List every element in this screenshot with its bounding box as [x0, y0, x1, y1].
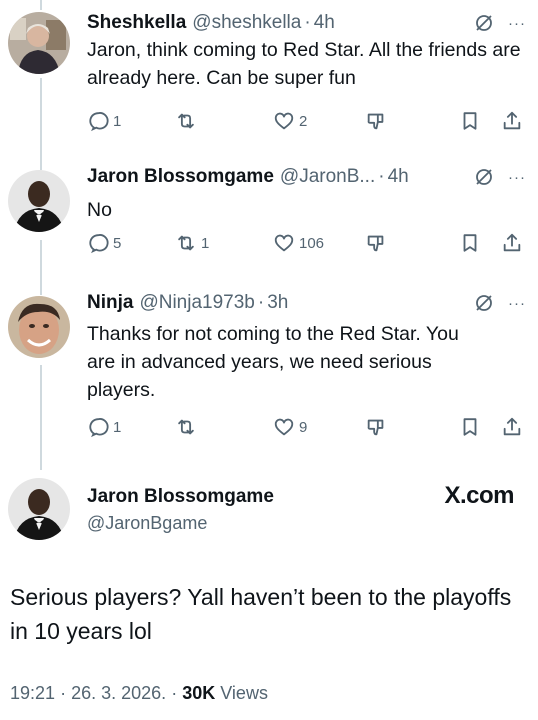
action-bar: 1 2 [87, 110, 527, 136]
author-handle[interactable]: @sheshkella [192, 12, 301, 34]
separator-dot: · [378, 166, 385, 187]
action-bar: 5 1 106 [87, 232, 527, 258]
grok-icon[interactable] [474, 13, 494, 33]
like-button[interactable]: 106 [273, 232, 324, 254]
separator-dot: · [257, 292, 265, 313]
more-icon[interactable]: ··· [508, 295, 526, 312]
tweet-header: Ninja @Ninja1973b · 3h ··· [87, 290, 526, 316]
bookmark-icon [463, 112, 477, 130]
like-icon [274, 234, 294, 252]
author-name[interactable]: Ninja [87, 292, 133, 314]
dislike-button[interactable] [365, 232, 387, 254]
share-icon [503, 111, 521, 130]
more-icon[interactable]: ··· [508, 169, 526, 186]
reply-tweet[interactable]: Ninja @Ninja1973b · 3h ··· Thanks for no… [0, 290, 538, 450]
bookmark-button[interactable] [459, 416, 481, 438]
reply-icon [89, 234, 109, 254]
tweet-meta: 19:21 · 26. 3. 2026. · 30K Views [10, 683, 268, 704]
avatar[interactable] [8, 296, 70, 358]
tweet-time[interactable]: 4h [388, 166, 409, 188]
tweet-text: Thanks for not coming to the Red Star. Y… [87, 323, 459, 401]
tweet-text: Jaron, think coming to Red Star. All the… [87, 39, 521, 89]
tweet-header: Jaron Blossomgame @JaronB... · 4h ··· [87, 164, 526, 190]
separator-dot: · [304, 12, 311, 33]
reply-tweet[interactable]: Sheshkella @sheshkella · 4h ··· Jaron, t… [0, 10, 538, 160]
avatar[interactable] [8, 12, 70, 74]
tweet-time[interactable]: 4h [314, 12, 335, 34]
like-button[interactable]: 9 [273, 416, 307, 438]
reply-button[interactable]: 1 [87, 416, 121, 438]
dislike-button[interactable] [365, 110, 387, 132]
repost-icon [178, 113, 194, 129]
bookmark-button[interactable] [459, 232, 481, 254]
share-button[interactable] [501, 110, 523, 132]
bookmark-icon [463, 418, 477, 436]
reply-tweet[interactable]: Jaron Blossomgame @JaronB... · 4h ··· No… [0, 164, 538, 284]
author-name[interactable]: Jaron Blossomgame [87, 486, 274, 508]
repost-icon [178, 419, 194, 435]
share-icon [503, 417, 521, 436]
tweet-text: Serious players? Yall haven’t been to th… [10, 584, 512, 644]
like-button[interactable]: 2 [273, 110, 307, 132]
reply-button[interactable]: 1 [87, 110, 121, 132]
dislike-icon [367, 113, 384, 130]
dislike-button[interactable] [365, 416, 387, 438]
bookmark-icon [463, 234, 477, 252]
reply-count: 1 [113, 418, 122, 436]
repost-button[interactable] [175, 110, 201, 132]
dislike-icon [367, 235, 384, 252]
grok-icon[interactable] [474, 167, 494, 187]
like-icon [274, 418, 294, 436]
reply-icon [89, 418, 109, 438]
tweet-text: No [87, 199, 112, 221]
action-bar: 1 9 [87, 416, 527, 442]
like-count: 106 [299, 234, 325, 252]
dislike-icon [367, 419, 384, 436]
reply-icon [89, 112, 109, 132]
tweet-header: Sheshkella @sheshkella · 4h ··· [87, 10, 526, 36]
like-icon [274, 112, 294, 130]
separator-dot: · [171, 683, 178, 703]
like-count: 9 [299, 418, 308, 436]
tweet-time[interactable]: 19:21 [10, 683, 55, 703]
repost-button[interactable] [175, 416, 201, 438]
separator-dot: · [60, 683, 67, 703]
author-handle[interactable]: @JaronB... [280, 166, 375, 188]
grok-icon[interactable] [474, 293, 494, 313]
share-button[interactable] [501, 416, 523, 438]
tweet-date[interactable]: 26. 3. 2026. [71, 683, 166, 703]
views-label: Views [220, 683, 268, 703]
x-brand-logo: X.com [444, 482, 514, 509]
author-name[interactable]: Jaron Blossomgame [87, 166, 274, 188]
avatar[interactable] [8, 478, 70, 540]
reply-count: 1 [113, 112, 122, 130]
repost-count: 1 [201, 234, 210, 252]
share-icon [503, 233, 521, 252]
bookmark-button[interactable] [459, 110, 481, 132]
share-button[interactable] [501, 232, 523, 254]
like-count: 2 [299, 112, 308, 130]
reply-count: 5 [113, 234, 122, 252]
repost-icon [178, 235, 194, 251]
views-count: 30K [182, 683, 216, 703]
thread-line [40, 0, 42, 10]
tweet-time[interactable]: 3h [267, 292, 288, 314]
repost-button[interactable]: 1 [175, 232, 209, 254]
author-name[interactable]: Sheshkella [87, 12, 186, 34]
more-icon[interactable]: ··· [508, 15, 526, 32]
avatar[interactable] [8, 170, 70, 232]
reply-button[interactable]: 5 [87, 232, 121, 254]
author-handle[interactable]: @JaronBgame [87, 513, 207, 534]
author-handle[interactable]: @Ninja1973b [139, 292, 254, 314]
